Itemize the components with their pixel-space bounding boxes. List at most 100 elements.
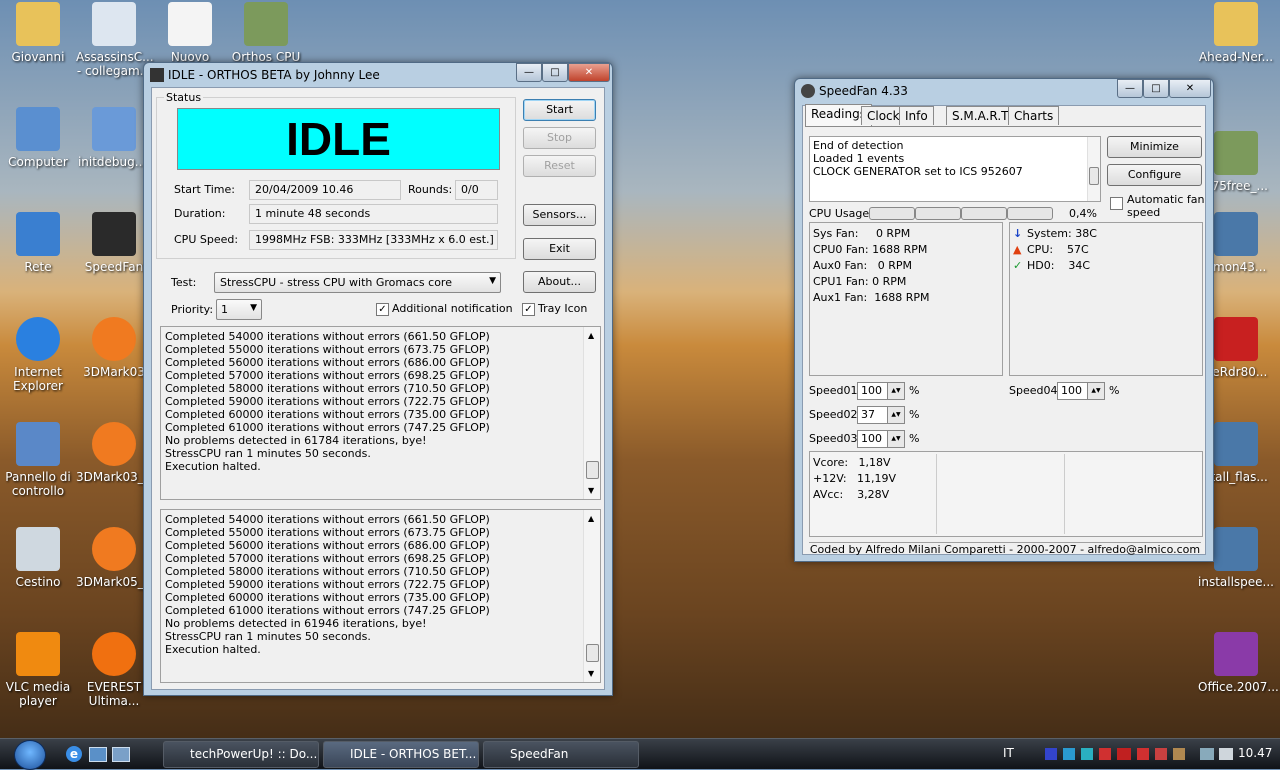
scroll-up-icon[interactable]: ▲: [588, 329, 594, 342]
tab-info[interactable]: Info: [899, 106, 934, 125]
orthos-titlebar[interactable]: IDLE - ORTHOS BETA by Johnny Lee — □ ✕: [144, 63, 612, 87]
tray-icon[interactable]: [1173, 748, 1185, 760]
divider: [1064, 454, 1065, 534]
desktop-icon-giovanni[interactable]: Giovanni: [0, 2, 76, 64]
minimize-button[interactable]: —: [516, 63, 542, 82]
stepper-arrows-icon[interactable]: ▲▼: [1087, 383, 1104, 399]
about-button[interactable]: About...: [523, 271, 596, 293]
scrollbar[interactable]: ▲ ▼: [583, 510, 600, 682]
stepper-arrows-icon[interactable]: ▲▼: [887, 407, 904, 423]
language-indicator[interactable]: IT: [1003, 746, 1014, 760]
speed-stepper[interactable]: 100 ▲▼: [857, 382, 905, 400]
stop-button[interactable]: Stop: [523, 127, 596, 149]
task-speedfan[interactable]: SpeedFan: [483, 741, 639, 768]
scrollbar[interactable]: ▲ ▼: [583, 327, 600, 499]
tray-icon[interactable]: [1063, 748, 1075, 760]
configure-button[interactable]: Configure: [1107, 164, 1202, 186]
tray-icon[interactable]: [1117, 748, 1131, 760]
scroll-down-icon[interactable]: ▼: [588, 667, 594, 680]
stepper-arrows-icon[interactable]: ▲▼: [887, 431, 904, 447]
sensors-button[interactable]: Sensors...: [523, 204, 596, 226]
speed-stepper[interactable]: 100 ▲▼: [1057, 382, 1105, 400]
system-tray: [1045, 745, 1195, 763]
speedfan-titlebar[interactable]: SpeedFan 4.33 — □ ✕: [795, 79, 1213, 103]
desktop-icon-speedfan[interactable]: SpeedFan: [76, 212, 152, 274]
minimize-app-button[interactable]: Minimize: [1107, 136, 1202, 158]
task-orthos[interactable]: IDLE - ORTHOS BET...: [323, 741, 479, 768]
desktop-icon-cestino[interactable]: Cestino: [0, 527, 76, 589]
desktop-icon-rete[interactable]: Rete: [0, 212, 76, 274]
tray-icon[interactable]: [1155, 748, 1167, 760]
volume-icon[interactable]: [1219, 748, 1233, 760]
minimize-button[interactable]: —: [1117, 79, 1143, 98]
tab-strip: Readings Clock Info S.M.A.R.T. Charts: [805, 104, 1105, 126]
quicklaunch-ie-icon[interactable]: e: [66, 746, 82, 762]
desktop-icon-right[interactable]: Office.2007...: [1198, 632, 1279, 694]
tray-icon[interactable]: [1137, 748, 1149, 760]
additional-notification-checkbox[interactable]: ✓ Additional notification: [376, 302, 513, 316]
scrollbar[interactable]: [1087, 137, 1100, 201]
desktop-icon-initdebug[interactable]: initdebug....: [76, 107, 152, 169]
maximize-button[interactable]: □: [542, 63, 568, 82]
desktop-icon-vlc[interactable]: VLC media player: [0, 632, 76, 708]
tray-icon[interactable]: [1099, 748, 1111, 760]
log-line: Completed 60000 iterations without error…: [165, 591, 490, 604]
scroll-up-icon[interactable]: ▲: [588, 512, 594, 525]
fan-reading: CPU0 Fan: 1688 RPM: [813, 243, 928, 256]
close-button[interactable]: ✕: [568, 63, 610, 82]
speed-stepper[interactable]: 37 ▲▼: [857, 406, 905, 424]
quicklaunch-switch-icon[interactable]: [112, 747, 130, 762]
scroll-down-icon[interactable]: ▼: [588, 484, 594, 497]
temp-reading: ✓ HD0: 34C: [1013, 258, 1199, 274]
test-select[interactable]: StressCPU - stress CPU with Gromacs core…: [214, 272, 501, 293]
stepper-arrows-icon[interactable]: ▲▼: [887, 383, 904, 399]
log-panel-1[interactable]: Completed 54000 iterations without error…: [160, 326, 601, 500]
desktop-icon-3dmark03[interactable]: 3DMark03: [76, 317, 152, 379]
desktop-icon-internet[interactable]: Internet Explorer: [0, 317, 76, 393]
test-label: Test:: [171, 276, 197, 289]
clock[interactable]: 10.47: [1238, 746, 1272, 760]
log-panel-2[interactable]: Completed 54000 iterations without error…: [160, 509, 601, 683]
desktop-icon-pannello[interactable]: Pannello di controllo: [0, 422, 76, 498]
desktop-icon-orthos[interactable]: Orthos CPU: [228, 2, 304, 64]
temp-text: HD0: 34C: [1027, 259, 1091, 272]
event-log[interactable]: End of detection Loaded 1 events CLOCK GEN…: [809, 136, 1101, 202]
speed-stepper[interactable]: 100 ▲▼: [857, 430, 905, 448]
desktop-icon-everest[interactable]: EVEREST Ultima...: [76, 632, 152, 708]
desktop-icon-label: Computer: [8, 155, 68, 169]
divider: [936, 454, 937, 534]
ie-icon: [16, 317, 60, 361]
temp-reading: ↓ System: 38C: [1013, 226, 1199, 242]
reset-button[interactable]: Reset: [523, 155, 596, 177]
chevron-down-icon: ▼: [250, 303, 257, 313]
tray-icon[interactable]: [1045, 748, 1057, 760]
tray-icon[interactable]: [1081, 748, 1093, 760]
desktop-icon-assassinsc[interactable]: AssassinsC... - collegam...: [76, 2, 154, 78]
tab-charts[interactable]: Charts: [1008, 106, 1060, 125]
start-orb-icon[interactable]: [14, 740, 46, 770]
maximize-button[interactable]: □: [1143, 79, 1169, 98]
3dmark-icon: [92, 422, 136, 466]
network-icon[interactable]: [1200, 748, 1214, 760]
tab-smart[interactable]: S.M.A.R.T.: [946, 106, 1017, 125]
tray-icon-checkbox[interactable]: ✓ Tray Icon: [522, 302, 587, 316]
desktop-icon-label: Giovanni: [11, 50, 65, 64]
desktop-icon-3dmark05[interactable]: 3DMark05_...: [76, 527, 155, 589]
cpu-bar: [915, 207, 961, 220]
scroll-thumb[interactable]: [1089, 167, 1099, 185]
close-button[interactable]: ✕: [1169, 79, 1211, 98]
scroll-thumb[interactable]: [586, 644, 599, 662]
task-techpowerup[interactable]: techPowerUp! :: Do...: [163, 741, 319, 768]
desktop-icon-3dmark03[interactable]: 3DMark03_...: [76, 422, 155, 484]
desktop-icon-computer[interactable]: Computer: [0, 107, 76, 169]
speed-unit: %: [909, 384, 920, 397]
speed-value: 100: [861, 432, 882, 445]
start-button[interactable]: Start: [523, 99, 596, 121]
desktop-icon-right[interactable]: Ahead-Ner...: [1198, 2, 1274, 64]
exit-button[interactable]: Exit: [523, 238, 596, 260]
priority-select[interactable]: 1 ▼: [216, 299, 262, 320]
quicklaunch-desktop-icon[interactable]: [89, 747, 107, 762]
voltage-reading: AVcc: 3,28V: [813, 488, 890, 501]
desktop-icon-nuovo[interactable]: Nuovo: [152, 2, 228, 64]
scroll-thumb[interactable]: [586, 461, 599, 479]
